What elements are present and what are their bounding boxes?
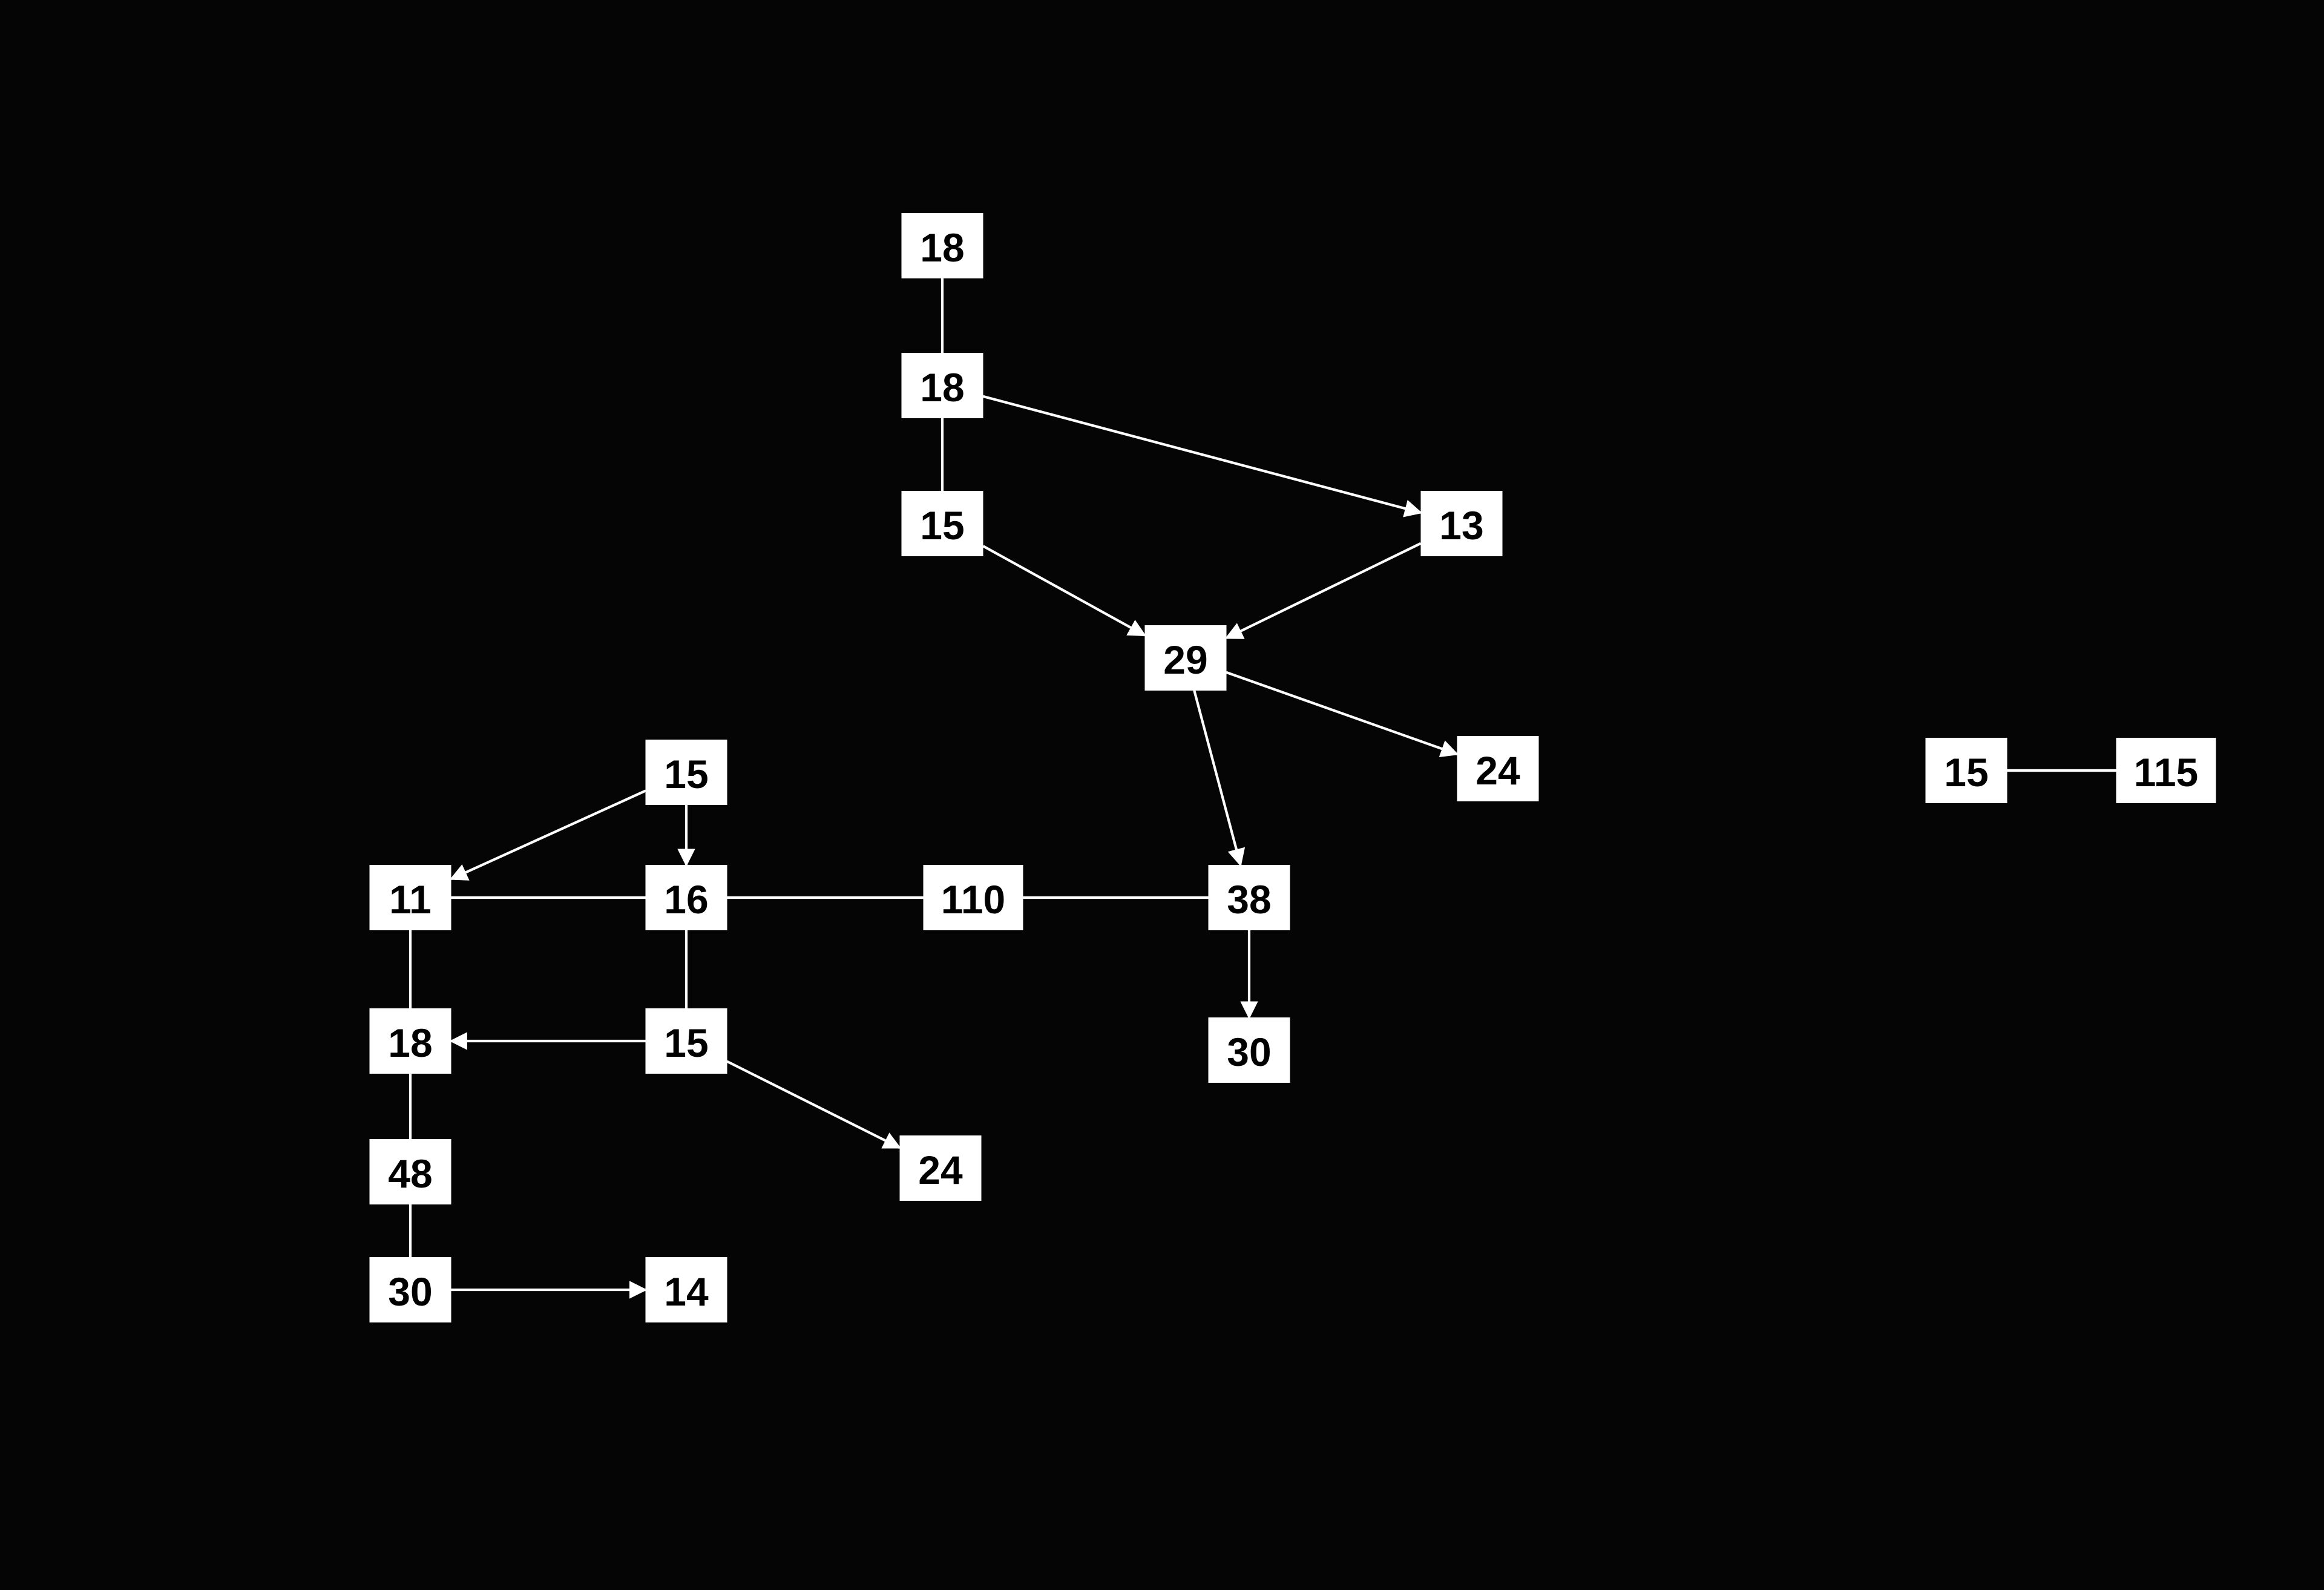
graph-node-label: 15 — [1944, 750, 1988, 795]
graph-edge — [451, 791, 646, 879]
graph-node-label: 14 — [664, 1269, 709, 1314]
graph-node: 24 — [900, 1135, 982, 1201]
graph-node: 110 — [924, 865, 1023, 930]
graph-edge — [1227, 672, 1457, 754]
graph-node-label: 11 — [389, 877, 432, 922]
graph-node: 13 — [1421, 491, 1503, 556]
graph-edge — [727, 1062, 900, 1148]
graph-node-label: 38 — [1227, 877, 1271, 922]
graph-node: 16 — [646, 865, 727, 930]
graph-node-label: 30 — [1227, 1030, 1271, 1074]
graph-edge — [983, 396, 1421, 513]
graph-node: 15 — [1926, 738, 2007, 803]
nodes-layer: 18 18 15 13 29 24 15 11 16 110 38 30 18 15 24 48 30 14 15 1… — [370, 213, 2216, 1322]
graph-edge — [1194, 691, 1240, 865]
graph-node-label: 110 — [941, 877, 1005, 922]
graph-node: 15 — [646, 740, 727, 805]
graph-node-label: 18 — [920, 365, 964, 410]
graph-edge — [1227, 544, 1421, 638]
graph-node: 14 — [646, 1257, 727, 1322]
graph-node: 18 — [902, 353, 983, 418]
graph-node: 48 — [370, 1139, 451, 1204]
graph-node: 15 — [902, 491, 983, 556]
graph-node: 18 — [370, 1008, 451, 1074]
graph-node-label: 15 — [664, 752, 708, 797]
graph-node-label: 30 — [388, 1269, 432, 1314]
graph-node-label: 16 — [664, 877, 708, 922]
graph-edge — [983, 546, 1145, 635]
graph-node: 15 — [646, 1008, 727, 1074]
graph-node-label: 29 — [1163, 637, 1207, 682]
graph-node: 30 — [370, 1257, 451, 1322]
graph-node-label: 48 — [388, 1151, 432, 1196]
graph-node: 38 — [1209, 865, 1290, 930]
graph-diagram: 18 18 15 13 29 24 15 11 16 110 38 30 18 15 24 48 30 14 15 1… — [0, 0, 2324, 1590]
graph-node-label: 13 — [1439, 503, 1483, 548]
graph-node-label: 24 — [918, 1148, 963, 1192]
graph-node-label: 15 — [920, 503, 964, 548]
graph-node: 11 — [370, 865, 451, 930]
graph-node-label: 15 — [664, 1020, 708, 1065]
graph-node-label: 115 — [2134, 750, 2198, 795]
graph-node-label: 18 — [388, 1020, 432, 1065]
graph-node: 30 — [1209, 1017, 1290, 1083]
graph-node-label: 24 — [1475, 748, 1520, 793]
graph-node-label: 18 — [920, 225, 964, 270]
graph-node: 24 — [1457, 736, 1539, 801]
graph-node: 18 — [902, 213, 983, 278]
graph-node: 29 — [1145, 625, 1227, 691]
diagram-stage: 18 18 15 13 29 24 15 11 16 110 38 30 18 15 24 48 30 14 15 1… — [0, 0, 2324, 1590]
graph-node: 115 — [2116, 738, 2216, 803]
